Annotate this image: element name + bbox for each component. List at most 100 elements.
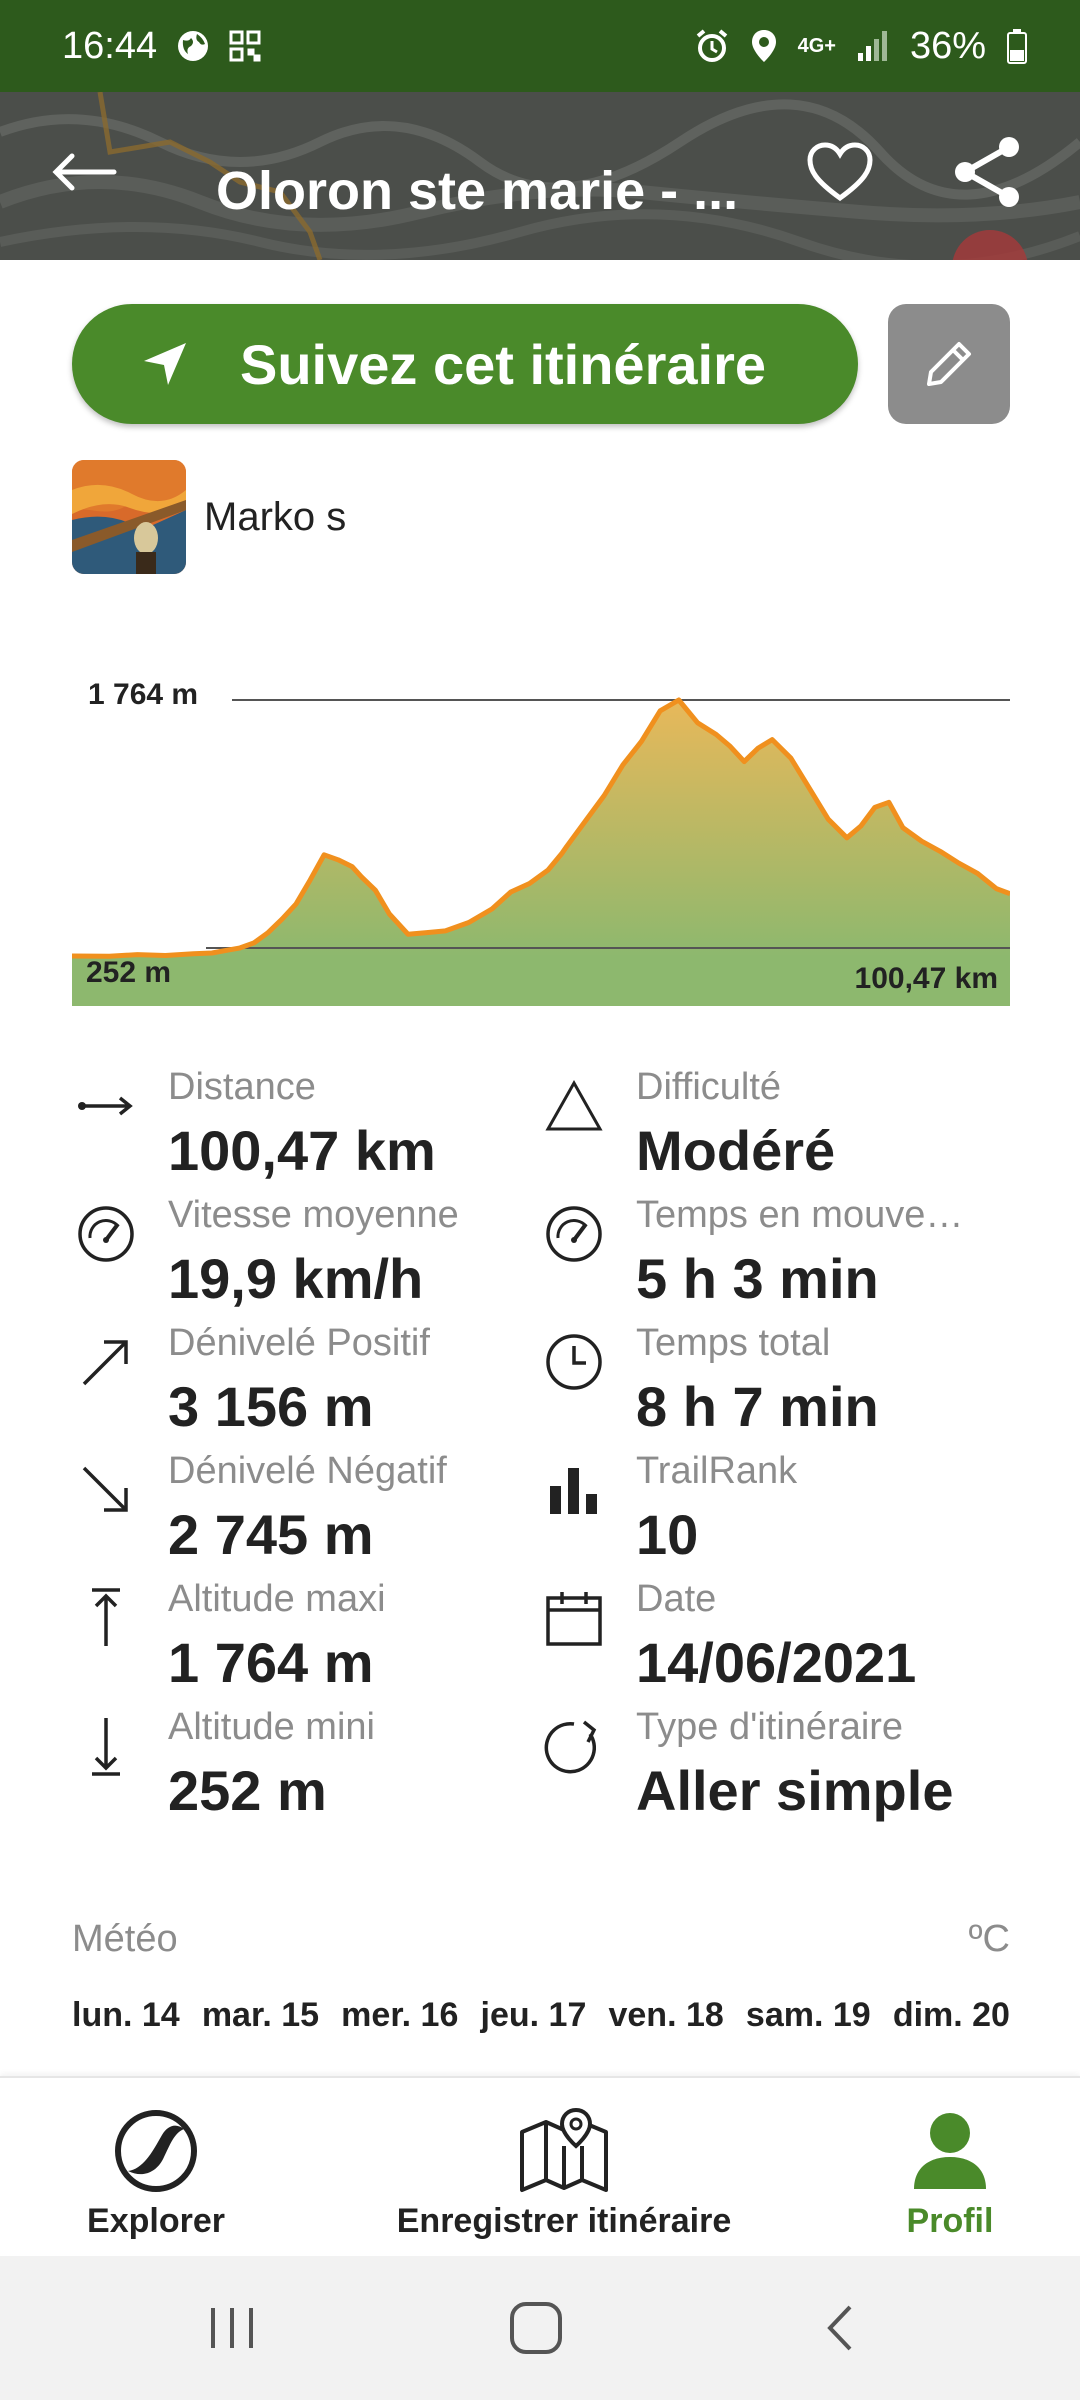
stat-label: Temps en mouve… — [636, 1194, 964, 1236]
share-button[interactable] — [938, 122, 1038, 222]
one-way-icon — [544, 1716, 604, 1776]
weather-day[interactable]: mar. 15 — [202, 1996, 319, 2035]
signal-icon — [856, 29, 890, 63]
weather-day[interactable]: mer. 16 — [341, 1996, 458, 2035]
stat-label: TrailRank — [636, 1450, 798, 1492]
speedometer-icon — [76, 1204, 136, 1264]
max-altitude-icon — [76, 1588, 136, 1648]
alarm-icon — [694, 28, 730, 64]
recent-apps-icon — [211, 2308, 253, 2348]
stat-value: 2 745 m — [168, 1503, 374, 1566]
avatar[interactable] — [72, 460, 186, 574]
status-bar: 16:44 4G+ 36% — [0, 0, 1080, 92]
weather-title: Météo — [72, 1918, 178, 1960]
nav-label: Profil — [906, 2202, 994, 2240]
nav-explorer[interactable]: Explorer — [56, 2078, 256, 2258]
stat-value: 100,47 km — [168, 1119, 436, 1182]
weather-day[interactable]: sam. 19 — [746, 1996, 871, 2035]
stat-value: 5 h 3 min — [636, 1247, 879, 1310]
stat-max-altitude: Altitude maxi 1 764 m — [72, 1578, 542, 1706]
explore-compass-icon — [115, 2110, 197, 2192]
route-title: Oloron ste marie - ... — [216, 161, 739, 221]
stat-value: 3 156 m — [168, 1375, 374, 1438]
back-arrow-icon — [52, 153, 117, 191]
stat-distance: Distance 100,47 km — [72, 1066, 542, 1194]
status-time: 16:44 — [62, 24, 158, 67]
elevation-gain-icon — [76, 1332, 136, 1392]
stat-total-time: Temps total 8 h 7 min — [540, 1322, 1010, 1450]
avatar-image — [72, 460, 186, 574]
stat-moving-time: Temps en mouve… 5 h 3 min — [540, 1194, 1010, 1322]
map-pin-icon — [520, 2107, 608, 2192]
stat-label: Distance — [168, 1066, 316, 1108]
battery-percent: 36% — [909, 24, 986, 67]
stat-label: Temps total — [636, 1322, 831, 1364]
difficulty-triangle-icon — [544, 1076, 604, 1136]
recent-apps-button[interactable] — [192, 2292, 272, 2364]
min-altitude-label: 252 m — [86, 956, 172, 989]
weather-day[interactable]: lun. 14 — [72, 1996, 180, 2035]
clock-icon — [544, 1332, 604, 1392]
stat-value: 10 — [636, 1503, 699, 1566]
stat-label: Dénivelé Positif — [168, 1322, 430, 1364]
favorite-button[interactable] — [790, 122, 890, 222]
author-name: Marko s — [204, 494, 347, 539]
max-altitude-label: 1 764 m — [88, 678, 199, 711]
nav-record-route[interactable]: Enregistrer itinéraire — [364, 2078, 764, 2258]
stat-elevation-loss: Dénivelé Négatif 2 745 m — [72, 1450, 542, 1578]
stat-difficulty: Difficulté Modéré — [540, 1066, 1010, 1194]
stat-elevation-gain: Dénivelé Positif 3 156 m — [72, 1322, 542, 1450]
back-chevron-icon — [827, 2305, 852, 2351]
stat-label: Altitude maxi — [168, 1578, 386, 1620]
edit-button[interactable] — [888, 304, 1010, 424]
home-icon — [510, 2302, 562, 2354]
share-icon — [955, 137, 1019, 207]
bottom-navigation: Explorer Enregistrer itinéraire Profil — [0, 2076, 1080, 2256]
stat-value: 14/06/2021 — [636, 1631, 917, 1694]
nav-profile[interactable]: Profil — [870, 2078, 1030, 2258]
weather-day[interactable]: jeu. 17 — [481, 1996, 587, 2035]
stat-value: 252 m — [168, 1759, 327, 1822]
stat-label: Type d'itinéraire — [636, 1706, 904, 1748]
pencil-icon — [927, 342, 971, 386]
stat-trailrank: TrailRank 10 — [540, 1450, 1010, 1578]
stat-label: Vitesse moyenne — [168, 1194, 459, 1236]
stat-value: Modéré — [636, 1119, 836, 1182]
weather-day[interactable]: dim. 20 — [893, 1996, 1010, 2035]
stat-min-altitude: Altitude mini 252 m — [72, 1706, 542, 1834]
stat-value: 19,9 km/h — [168, 1247, 424, 1310]
follow-route-button[interactable]: Suivez cet itinéraire — [72, 304, 858, 424]
temperature-unit[interactable]: ºC — [969, 1918, 1010, 1961]
elevation-chart: 1 764 m 252 m 100,47 km — [71, 660, 1011, 1006]
distance-label: 100,47 km — [854, 962, 998, 995]
profile-user-icon — [914, 2113, 986, 2189]
moving-speedometer-icon — [544, 1204, 604, 1264]
location-icon — [750, 28, 778, 64]
battery-icon — [1006, 28, 1028, 64]
weather-days: lun. 14 mar. 15 mer. 16 jeu. 17 ven. 18 … — [72, 1996, 1010, 2035]
stat-value: 1 764 m — [168, 1631, 374, 1694]
elevation-area — [72, 700, 1010, 957]
stat-date: Date 14/06/2021 — [540, 1578, 1010, 1706]
min-altitude-icon — [76, 1716, 136, 1776]
weather-day[interactable]: ven. 18 — [608, 1996, 723, 2035]
bar-chart-icon — [544, 1460, 604, 1520]
system-navigation-bar — [0, 2256, 1080, 2400]
back-nav-button[interactable] — [800, 2292, 880, 2364]
back-button[interactable] — [34, 122, 134, 222]
qr-code-icon — [229, 30, 261, 62]
distance-icon — [76, 1076, 136, 1136]
stat-value: Aller simple — [636, 1759, 954, 1822]
network-type: 4G+ — [797, 35, 836, 57]
navigation-arrow-icon — [144, 343, 186, 385]
author-row[interactable]: Marko s — [72, 460, 346, 574]
elevation-loss-icon — [76, 1460, 136, 1520]
stat-label: Altitude mini — [168, 1706, 375, 1748]
nav-label: Explorer — [87, 2202, 225, 2240]
stat-value: 8 h 7 min — [636, 1375, 879, 1438]
stat-average-speed: Vitesse moyenne 19,9 km/h — [72, 1194, 542, 1322]
home-button[interactable] — [496, 2292, 576, 2364]
follow-route-label: Suivez cet itinéraire — [240, 332, 767, 396]
nav-label: Enregistrer itinéraire — [396, 2202, 732, 2240]
stat-label: Difficulté — [636, 1066, 782, 1108]
